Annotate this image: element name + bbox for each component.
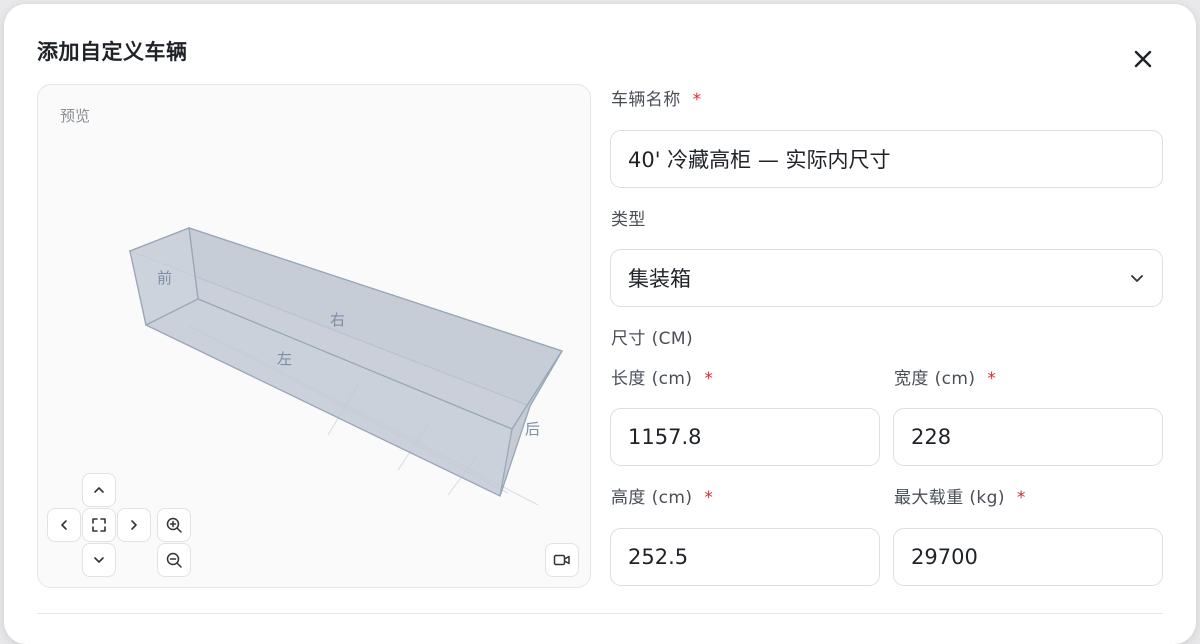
max-load-value: 29700 xyxy=(911,545,978,569)
face-label-front: 前 xyxy=(157,269,172,287)
fit-view-button[interactable] xyxy=(82,508,116,542)
dialog-title: 添加自定义车辆 xyxy=(37,40,188,64)
camera-view-button[interactable] xyxy=(545,543,579,577)
zoom-in-button[interactable] xyxy=(157,508,191,542)
zoom-out-icon xyxy=(166,552,182,568)
dimensions-heading: 尺寸 (CM) xyxy=(611,329,694,349)
height-label-text: 高度 (cm) xyxy=(611,488,693,508)
width-label-text: 宽度 (cm) xyxy=(894,369,976,389)
vehicle-type-value: 集装箱 xyxy=(628,267,691,291)
height-input[interactable]: 252.5 xyxy=(610,528,880,586)
length-label: 长度 (cm) * xyxy=(611,364,713,389)
close-button[interactable] xyxy=(1128,44,1158,74)
width-value: 228 xyxy=(911,425,952,449)
name-label: 车辆名称 * xyxy=(611,85,702,110)
zoom-in-icon xyxy=(166,517,182,533)
max-load-label-text: 最大载重 (kg) xyxy=(894,488,1005,508)
video-camera-icon xyxy=(553,554,570,566)
chevron-right-icon xyxy=(131,520,137,530)
length-input[interactable]: 1157.8 xyxy=(610,408,880,466)
required-marker: * xyxy=(704,488,714,508)
required-marker: * xyxy=(987,369,997,389)
length-label-text: 长度 (cm) xyxy=(611,369,693,389)
chevron-down-icon xyxy=(1131,275,1143,282)
max-load-label: 最大载重 (kg) * xyxy=(894,483,1026,508)
pan-up-button[interactable] xyxy=(82,473,116,507)
required-marker: * xyxy=(692,90,702,110)
add-vehicle-dialog: 添加自定义车辆 预览 前 右 左 后 车辆名称 * 40' 冷藏高柜 — 实际内… xyxy=(4,4,1196,644)
required-marker: * xyxy=(704,369,714,389)
chevron-down-icon xyxy=(94,557,104,563)
width-label: 宽度 (cm) * xyxy=(894,364,996,389)
vehicle-type-select[interactable]: 集装箱 xyxy=(610,249,1163,307)
max-load-input[interactable]: 29700 xyxy=(893,528,1163,586)
height-label: 高度 (cm) * xyxy=(611,483,713,508)
face-label-back: 后 xyxy=(525,420,540,438)
close-icon xyxy=(1134,50,1152,68)
length-value: 1157.8 xyxy=(628,425,702,449)
face-label-left: 左 xyxy=(277,350,292,368)
name-label-text: 车辆名称 xyxy=(611,90,681,110)
vehicle-name-input[interactable]: 40' 冷藏高柜 — 实际内尺寸 xyxy=(610,130,1163,188)
fullscreen-icon xyxy=(92,518,106,532)
zoom-out-button[interactable] xyxy=(157,543,191,577)
chevron-left-icon xyxy=(61,520,67,530)
face-label-right: 右 xyxy=(330,311,345,329)
required-marker: * xyxy=(1016,488,1026,508)
height-value: 252.5 xyxy=(628,545,689,569)
pan-down-button[interactable] xyxy=(82,543,116,577)
chevron-up-icon xyxy=(94,487,104,493)
pan-right-button[interactable] xyxy=(117,508,151,542)
width-input[interactable]: 228 xyxy=(893,408,1163,466)
vehicle-preview-panel[interactable]: 预览 前 右 左 后 xyxy=(37,84,591,588)
type-label: 类型 xyxy=(611,210,646,230)
pan-left-button[interactable] xyxy=(47,508,81,542)
footer-divider xyxy=(37,613,1163,614)
vehicle-name-value: 40' 冷藏高柜 — 实际内尺寸 xyxy=(628,148,891,172)
